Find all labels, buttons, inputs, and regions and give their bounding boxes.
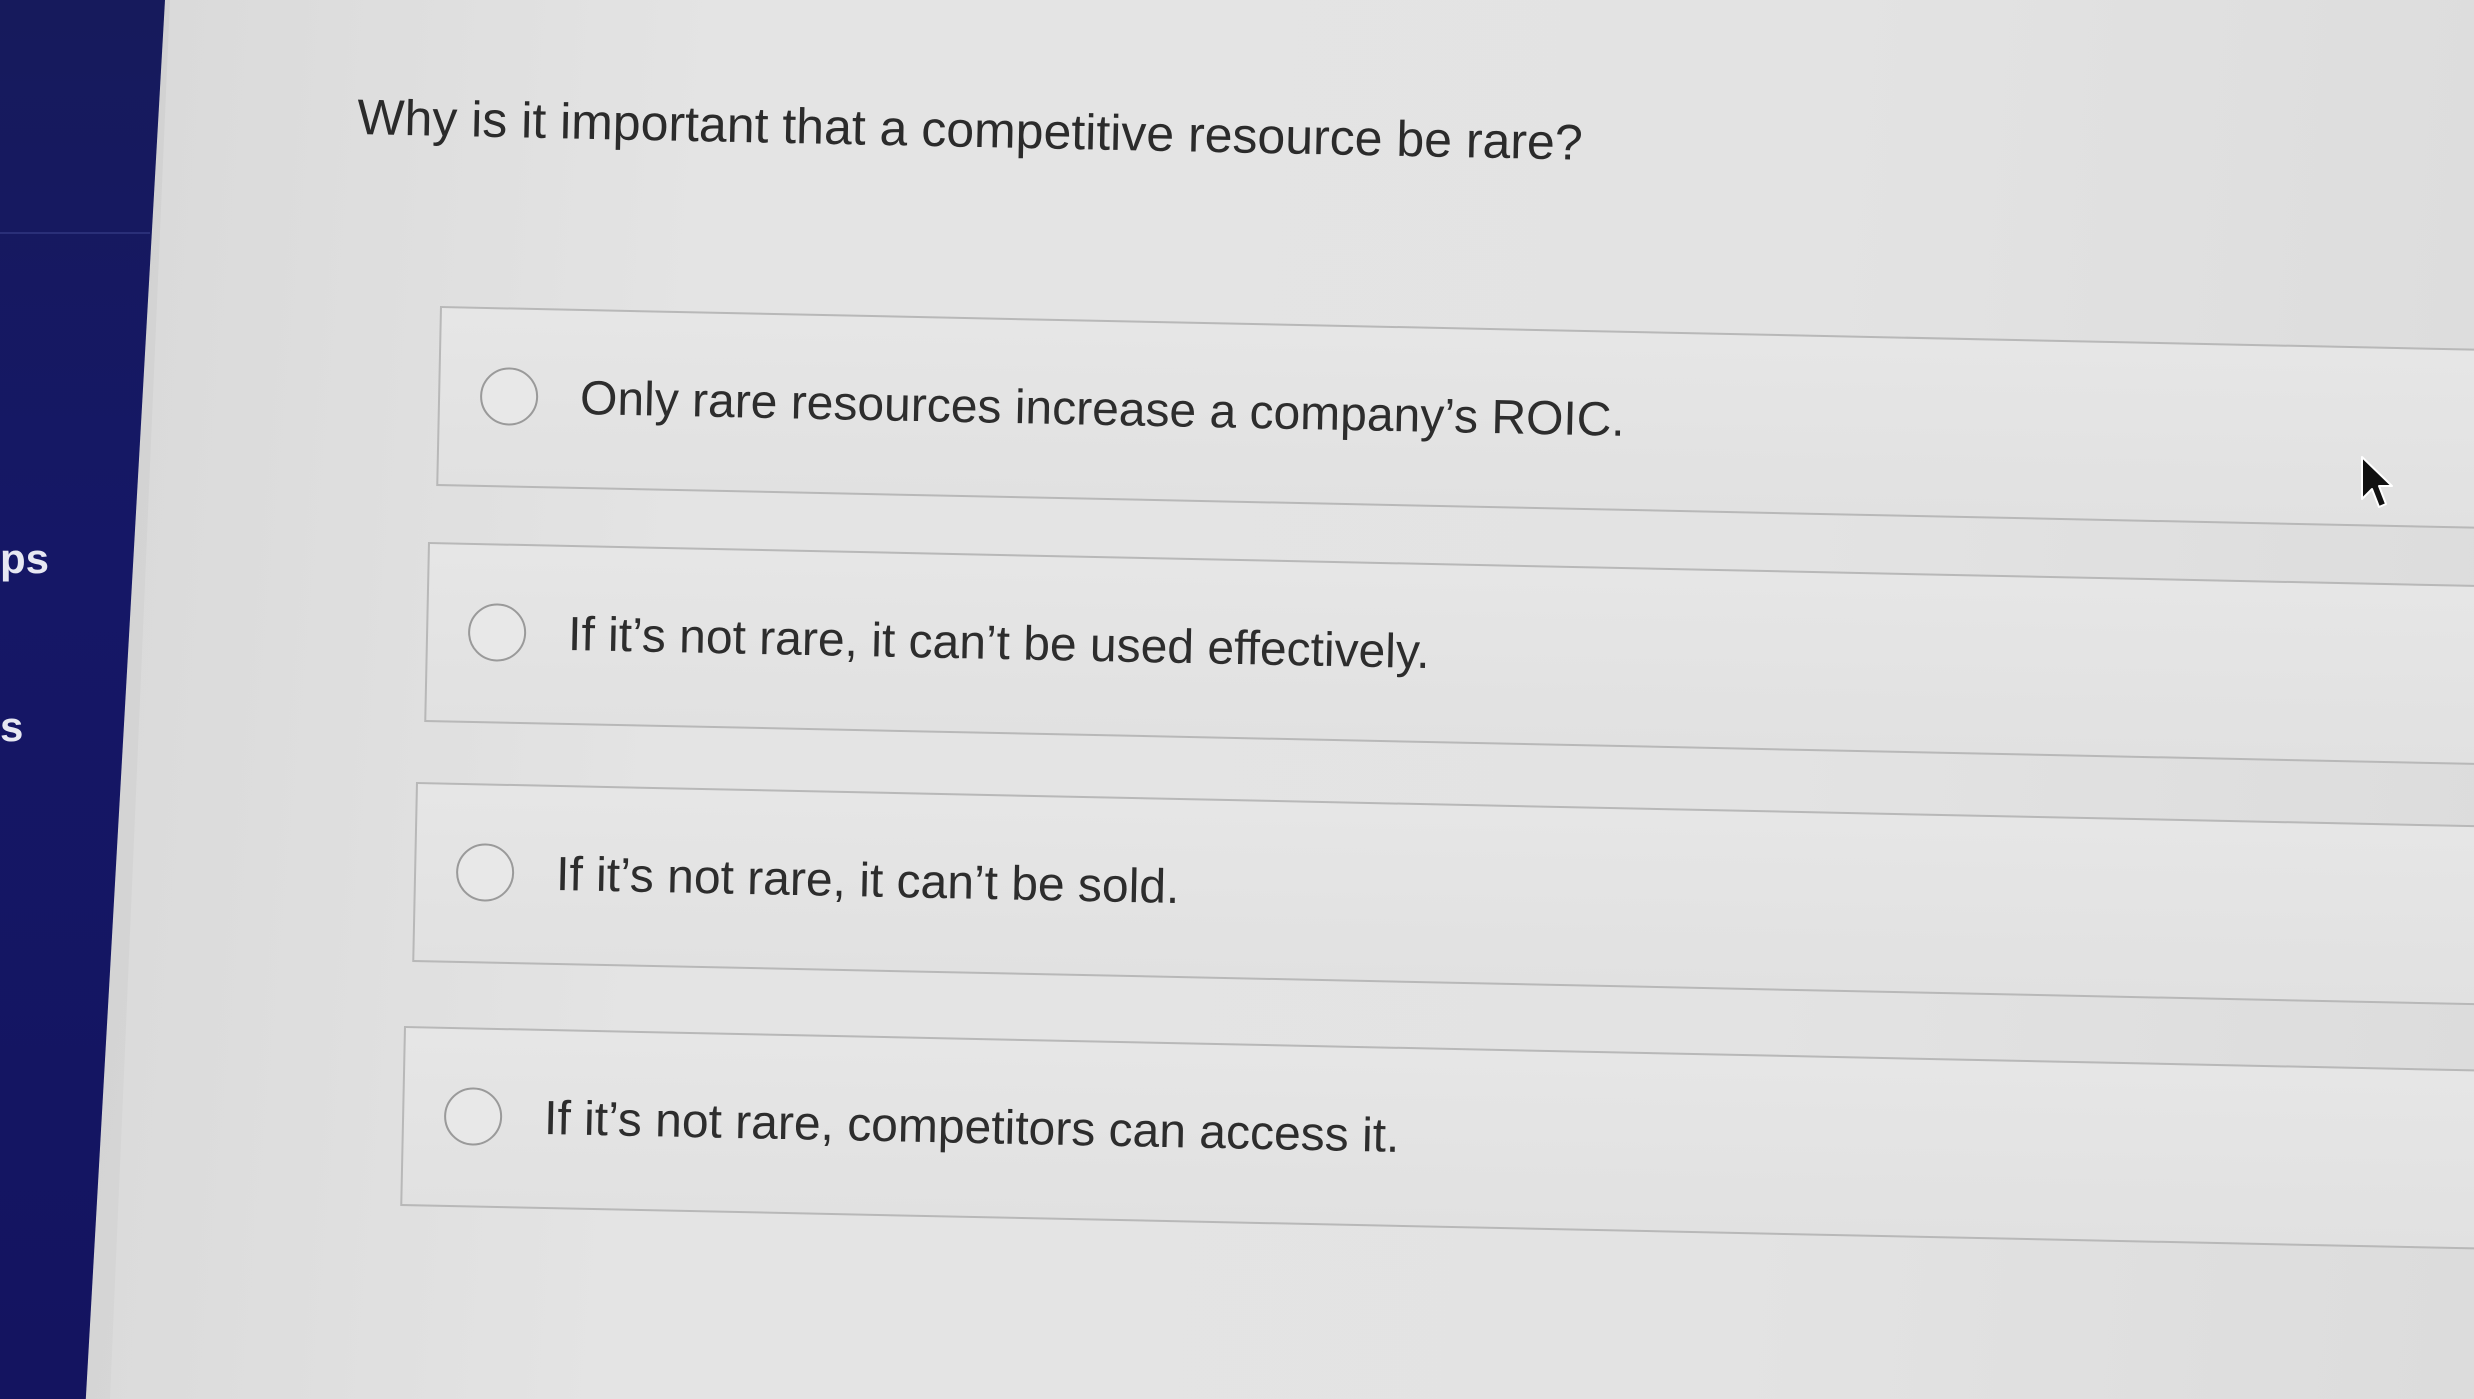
radio-button-icon[interactable] (455, 842, 515, 903)
mouse-pointer-icon (2361, 456, 2393, 508)
answer-option-label: If it’s not rare, it can’t be used effec… (567, 607, 1431, 679)
radio-button-icon[interactable] (467, 602, 527, 663)
sidebar-item-label[interactable]: s (0, 703, 23, 751)
screen: ps s Why is it important that a competit… (0, 0, 2474, 1399)
answer-option-label: If it’s not rare, competitors can access… (543, 1091, 1400, 1163)
sidebar-item-label[interactable]: ps (0, 535, 49, 583)
answer-option-label: Only rare resources increase a company’s… (579, 371, 1626, 447)
radio-button-icon[interactable] (479, 366, 539, 427)
answer-option-label: If it’s not rare, it can’t be sold. (555, 847, 1180, 915)
radio-button-icon[interactable] (443, 1086, 503, 1147)
sidebar-divider (0, 232, 150, 234)
